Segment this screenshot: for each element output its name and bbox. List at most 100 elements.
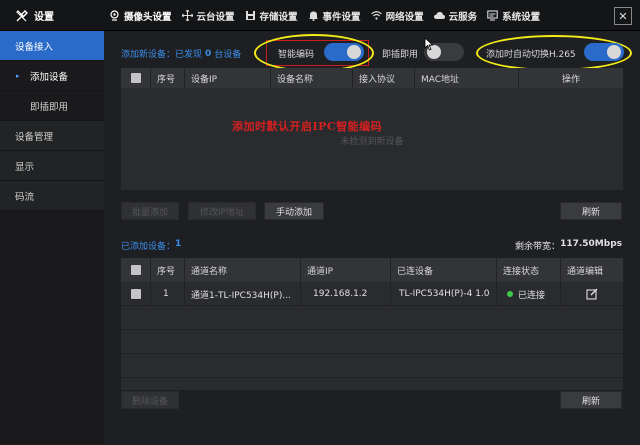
cell-device: TL-IPC534H(P)-4 1.0 (391, 282, 497, 306)
select-all-cell (121, 68, 151, 88)
col-header-name: 设备名称 (271, 68, 353, 88)
smart-encode-label: 智能编码 (278, 50, 315, 60)
tools-icon (16, 9, 28, 21)
wifi-icon (370, 11, 382, 20)
table-row-empty (121, 330, 623, 354)
refresh-new-button[interactable]: 刷新 (560, 202, 622, 220)
sidebar-item-label: 添加设备 (30, 71, 69, 83)
plug-play-label: 即插即用 (382, 50, 419, 60)
col-header-action: 操作 (561, 74, 580, 85)
table-row[interactable]: 1 通道1-TL-IPC534H(P)... 192.168.1.2 TL-IP… (121, 282, 623, 306)
col-header-index: 序号 (151, 68, 185, 88)
select-all-cell (121, 258, 151, 282)
sidebar-item-label: 即插即用 (30, 101, 69, 113)
tab-label: 系统设置 (502, 11, 541, 23)
sidebar-item-plug-and-play[interactable]: 即插即用 (0, 91, 104, 121)
tab-label: 云服务 (448, 11, 478, 23)
status-dot-icon (507, 291, 513, 297)
table-header: 序号 通道名称 通道IP 已连设备 连接状态 通道编辑 (121, 258, 623, 282)
col-header-index: 序号 (151, 258, 185, 282)
tab-ptz-settings[interactable]: 云台设置 (177, 0, 240, 31)
status-text: 已连接 (518, 290, 546, 301)
cloud-icon (433, 12, 445, 19)
col-header-channel-ip: 通道IP (301, 258, 391, 282)
edit-icon[interactable] (586, 288, 598, 300)
batch-add-button[interactable]: 批量添加 (121, 202, 179, 220)
cell-channel-ip: 192.168.1.2 (301, 282, 391, 306)
sidebar-item-label: 设备管理 (15, 131, 54, 143)
camera-icon (110, 10, 119, 21)
col-header-connected-device: 已连设备 (391, 258, 497, 282)
close-icon: ✕ (618, 9, 628, 23)
found-count: 0 (205, 48, 212, 59)
tab-label: 云台设置 (196, 11, 235, 23)
tab-network-settings[interactable]: 网络设置 (366, 0, 429, 31)
auto-h265-toggle[interactable] (584, 43, 624, 61)
manual-add-button[interactable]: 手动添加 (264, 202, 324, 220)
added-section-title: 已添加设备： 1 (121, 239, 181, 252)
added-count: 1 (175, 239, 182, 249)
storage-icon (245, 11, 255, 20)
col-header-ip: 设备IP (185, 68, 271, 88)
bullet-icon: ▸ (16, 71, 20, 80)
sidebar-item-device-management[interactable]: 设备管理 (0, 121, 104, 151)
col-header-mac: MAC地址 (415, 68, 519, 88)
main-panel: 添加新设备：已发现 0 台设备 智能编码 即插即用 添加时自动切换H.265 序… (104, 31, 640, 445)
tab-system-settings[interactable]: 系统设置 (482, 0, 545, 31)
refresh-added-button[interactable]: 刷新 (560, 391, 622, 409)
toggle-knob (607, 45, 621, 59)
toggle-knob (347, 45, 361, 59)
close-button[interactable]: ✕ (614, 7, 632, 25)
col-header-edit: 通道编辑 (567, 266, 604, 277)
tab-event-settings[interactable]: 事件设置 (303, 0, 366, 31)
table-header: 序号 设备IP 设备名称 接入协议 MAC地址 操作 (121, 68, 623, 88)
sidebar-item-label: 显示 (15, 161, 35, 173)
tab-cloud-service[interactable]: 云服务 (429, 0, 483, 31)
cell-channel-name: 通道1-TL-IPC534H(P)... (185, 282, 301, 306)
tab-camera-settings[interactable]: 摄像头设置 (104, 0, 177, 31)
delete-device-button[interactable]: 删除设备 (121, 391, 179, 409)
smart-encode-toggle[interactable] (324, 43, 364, 61)
bandwidth-label: 剩余带宽： (515, 242, 561, 252)
tab-label: 摄像头设置 (124, 11, 172, 23)
table-row-empty (121, 354, 623, 378)
app-title: 设置 (34, 12, 54, 23)
monitor-icon (487, 10, 498, 21)
add-title-prefix: 添加新设备：已发现 (121, 50, 203, 60)
sidebar: 设备接入 ▸ 添加设备 即插即用 设备管理 显示 码流 (0, 31, 104, 445)
bell-icon (308, 11, 318, 21)
cell-edit (561, 282, 623, 306)
col-header-protocol: 接入协议 (353, 68, 415, 88)
added-devices-table: 序号 通道名称 通道IP 已连设备 连接状态 通道编辑 1 通道1-TL-IPC… (121, 258, 623, 390)
tab-label: 网络设置 (385, 11, 424, 23)
sidebar-item-display[interactable]: 显示 (0, 151, 104, 181)
tab-label: 存储设置 (259, 11, 298, 23)
tab-storage-settings[interactable]: 存储设置 (240, 0, 303, 31)
table-row-empty (121, 306, 623, 330)
empty-message: 未检测到新设备 (340, 137, 404, 147)
annotation-text: 添加时默认开启IPC智能编码 (232, 120, 383, 133)
select-all-checkbox[interactable] (130, 73, 141, 83)
bandwidth-info: 剩余带宽： 117.50Mbps (515, 239, 622, 252)
auto-h265-label: 添加时自动切换H.265 (486, 50, 576, 60)
sidebar-item-add-device[interactable]: ▸ 添加设备 (0, 61, 104, 91)
sidebar-item-device-access[interactable]: 设备接入 (0, 31, 104, 61)
modify-ip-button[interactable]: 修改IP地址 (188, 202, 256, 220)
row-select-cell (121, 282, 151, 306)
added-title-prefix: 已添加设备： (121, 242, 176, 252)
tab-label: 事件设置 (322, 11, 361, 23)
settings-title: 设置 (0, 0, 104, 31)
cell-index: 1 (151, 282, 185, 306)
row-checkbox[interactable] (130, 289, 141, 299)
select-all-checkbox[interactable] (130, 265, 141, 275)
sidebar-item-stream[interactable]: 码流 (0, 181, 104, 211)
sidebar-item-label: 码流 (15, 191, 35, 203)
add-section-title: 添加新设备：已发现 0 台设备 (121, 47, 242, 61)
add-title-suffix: 台设备 (214, 50, 242, 60)
sidebar-item-label: 设备接入 (15, 41, 54, 53)
cell-status: 已连接 (497, 282, 561, 306)
mouse-cursor-icon (424, 37, 434, 51)
main-nav: 摄像头设置 云台设置 存储设置 事件设置 网络设置 云服务 系统设置 (104, 0, 545, 31)
ptz-icon (181, 10, 193, 21)
top-bar: 设置 摄像头设置 云台设置 存储设置 事件设置 网络设置 云服务 系统设置 ✕ (0, 0, 640, 31)
